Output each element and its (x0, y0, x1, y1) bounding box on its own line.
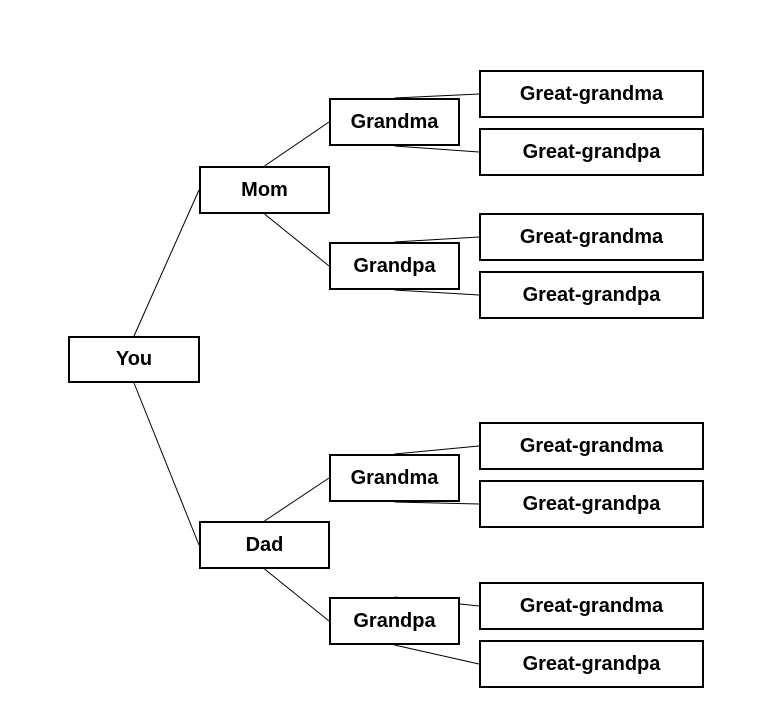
node-great-grandpa: Great-grandpa (479, 480, 704, 528)
node-you: You (68, 336, 200, 383)
connector-line (264, 213, 330, 267)
connector-line (394, 501, 480, 505)
connector-line (264, 121, 330, 167)
family-tree-diagram: You Mom Dad Grandma Grandpa Grandma Gran… (0, 0, 758, 709)
node-great-grandpa: Great-grandpa (479, 128, 704, 176)
node-great-grandma: Great-grandma (479, 213, 704, 261)
node-mom: Mom (199, 166, 330, 214)
node-great-grandma: Great-grandma (479, 582, 704, 630)
node-maternal-grandpa: Grandpa (329, 242, 460, 290)
connector-line (133, 382, 200, 546)
node-great-grandma: Great-grandma (479, 422, 704, 470)
connector-line (394, 644, 480, 665)
connector-line (264, 477, 330, 522)
connector-line (394, 445, 480, 455)
connector-line (133, 189, 200, 337)
node-dad: Dad (199, 521, 330, 569)
node-great-grandma: Great-grandma (479, 70, 704, 118)
connector-line (394, 289, 480, 296)
node-great-grandpa: Great-grandpa (479, 271, 704, 319)
connector-line (264, 568, 330, 622)
node-paternal-grandma: Grandma (329, 454, 460, 502)
node-paternal-grandpa: Grandpa (329, 597, 460, 645)
node-great-grandpa: Great-grandpa (479, 640, 704, 688)
node-maternal-grandma: Grandma (329, 98, 460, 146)
connector-line (394, 145, 480, 153)
